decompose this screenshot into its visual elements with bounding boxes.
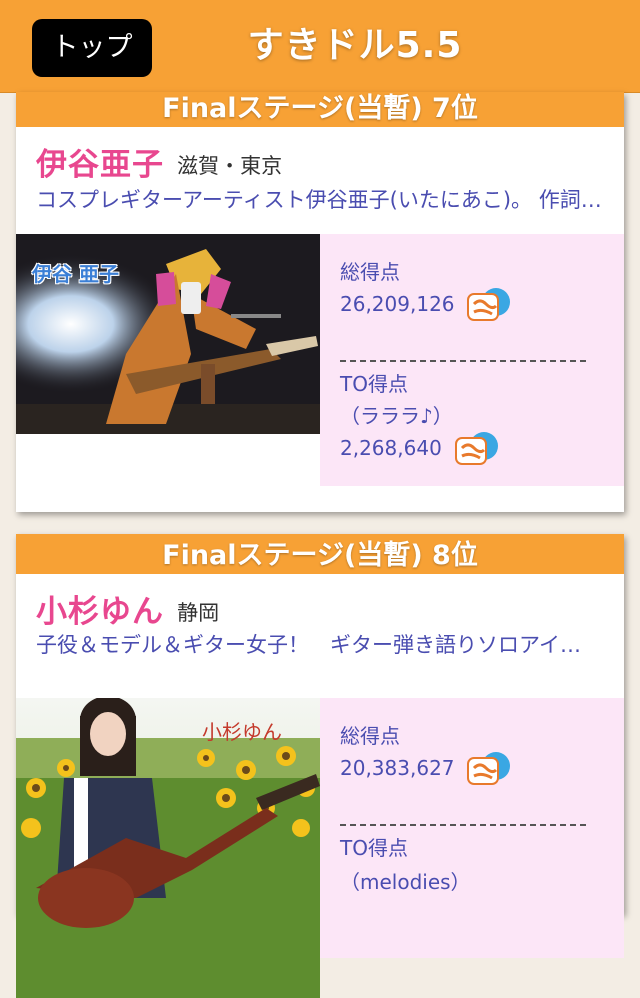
rank-label: Finalステージ(当暫) 7位 — [16, 92, 624, 127]
score-panel: 総得点 26,209,126 TO得点 （ラララ♪） 2,268,640 — [320, 234, 624, 486]
score-panel: 総得点 20,383,627 TO得点 （melodies） — [320, 698, 624, 958]
score-divider — [340, 824, 586, 826]
app-title: すきドル5.5 — [247, 25, 463, 66]
total-score-value: 20,383,627 — [340, 756, 455, 780]
idol-photo[interactable]: 伊谷 亜子 — [16, 234, 320, 434]
score-divider — [340, 360, 586, 362]
to-score-value: 2,268,640 — [340, 436, 442, 460]
suki-badge-icon — [466, 748, 514, 788]
idol-area: 静岡 — [177, 601, 220, 625]
ranking-card[interactable]: Finalステージ(当暫) 8位 小杉ゆん 静岡 子役＆モデル＆ギター女子！ ギ… — [16, 534, 624, 998]
total-score-label: 総得点 — [340, 724, 400, 748]
photo-caption: 小杉ゆん — [202, 720, 282, 744]
ranking-card[interactable]: Finalステージ(当暫) 7位 伊谷亜子 滋賀・東京 コスプレギターアーティス… — [16, 92, 624, 512]
idol-description: コスプレギターアーティスト伊谷亜子(いたにあこ)。 作詞… — [36, 188, 602, 212]
suki-badge-icon — [454, 428, 502, 468]
photo-caption: 伊谷 亜子 — [32, 262, 119, 286]
total-score-label: 総得点 — [340, 260, 400, 284]
top-button[interactable]: トップ — [32, 19, 152, 77]
to-name: （ラララ♪） — [340, 404, 453, 428]
idol-name[interactable]: 伊谷亜子 — [36, 139, 164, 184]
to-score-label: TO得点 — [340, 372, 408, 396]
to-name: （melodies） — [340, 870, 471, 894]
total-score-value: 26,209,126 — [340, 292, 455, 316]
app-header: トップ すきドル5.5 — [0, 0, 640, 93]
idol-description: 子役＆モデル＆ギター女子！ ギター弾き語りソロアイ… — [36, 633, 581, 657]
idol-photo[interactable]: 小杉ゆん — [16, 698, 320, 998]
suki-badge-icon — [466, 284, 514, 324]
idol-area: 滋賀・東京 — [177, 154, 283, 178]
to-score-label: TO得点 — [340, 836, 408, 860]
rank-label: Finalステージ(当暫) 8位 — [16, 534, 624, 574]
